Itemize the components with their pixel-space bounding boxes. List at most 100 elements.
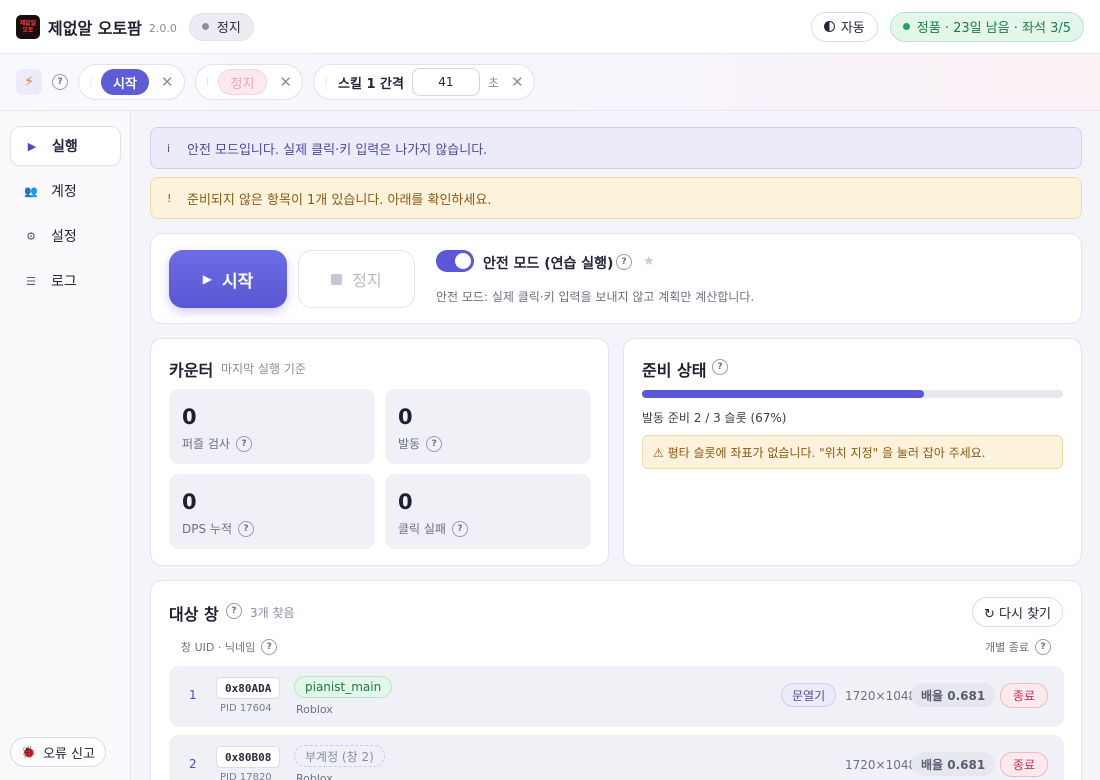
stat-dps-total: 0 DPS 누적? xyxy=(169,474,375,549)
close-window-button[interactable]: 종료 xyxy=(1000,752,1049,777)
sidebar-item-accounts[interactable]: 👥 계정 xyxy=(10,171,121,211)
readiness-progress-fill xyxy=(642,390,925,398)
stat-puzzle-check: 0 퍼즐 검사? xyxy=(169,389,375,464)
row-index: 2 xyxy=(189,757,197,771)
counter-subtitle: 마지막 실행 기준 xyxy=(221,362,306,376)
help-icon[interactable]: ? xyxy=(238,520,254,537)
drag-handle-icon[interactable]: ⋮ xyxy=(322,78,330,86)
readiness-warning: ⚠ 평타 슬롯에 좌표가 없습니다. "위치 지정" 을 눌러 잡아 주세요. xyxy=(642,435,1063,469)
readiness-card: 준비 상태 ? 발동 준비 2 / 3 슬롯 (67%) ⚠ 평타 슬롯에 좌표… xyxy=(623,338,1082,566)
info-icon: i xyxy=(167,141,171,155)
app-version: 2.0.0 xyxy=(148,21,177,35)
help-icon[interactable]: ? xyxy=(712,359,728,375)
column-header-close-label: 개별 종료 xyxy=(985,641,1029,654)
help-icon[interactable]: ? xyxy=(235,435,252,452)
target-windows-card: 대상 창 ? 3개 찾음 ↻ 다시 찾기 창 UID · 닉네임 ? 개별 종료… xyxy=(150,580,1082,780)
stop-button-label: 정지 xyxy=(352,271,382,290)
play-icon: ▶ xyxy=(202,272,212,286)
safe-mode-banner: i 안전 모드입니다. 실제 클릭·키 입력은 나가지 않습니다. xyxy=(150,127,1082,169)
readiness-text: 발동 준비 2 / 3 슬롯 (67%) xyxy=(642,411,787,425)
star-icon[interactable]: ★ xyxy=(643,254,655,269)
run-status-text: 정지 xyxy=(216,21,241,36)
close-icon[interactable]: ✕ xyxy=(279,73,292,91)
stat-trigger: 0 발동? xyxy=(385,389,591,464)
window-pid: PID 17820 xyxy=(220,772,272,780)
run-status-badge: 정지 xyxy=(188,12,254,41)
scale-badge: 배율 0.681 xyxy=(911,752,996,776)
bug-report-label: 오류 신고 xyxy=(42,746,95,762)
skill-interval-chip[interactable]: ⋮ 스킬 1 간격 초 ✕ xyxy=(313,64,535,100)
role-tag[interactable]: 문열기 xyxy=(781,683,837,707)
sidebar-item-label: 설정 xyxy=(51,229,77,245)
bolt-icon[interactable]: ⚡ xyxy=(16,69,42,95)
app-title: 제없알 오토팜 xyxy=(48,18,142,38)
status-dot-icon xyxy=(201,23,209,30)
stop-button[interactable]: 정지 xyxy=(298,250,415,308)
close-window-button[interactable]: 종료 xyxy=(1000,683,1049,708)
stat-label-text: 클릭 실패 xyxy=(398,522,446,536)
help-icon[interactable]: ? xyxy=(52,74,68,90)
close-icon[interactable]: ✕ xyxy=(511,73,524,91)
sidebar-item-label: 실행 xyxy=(52,139,78,155)
stat-label-text: DPS 누적 xyxy=(182,522,232,536)
window-pid: PID 17604 xyxy=(220,703,272,714)
column-header-uid-label: 창 UID · 닉네임 xyxy=(181,641,256,654)
help-icon[interactable]: ? xyxy=(616,254,632,270)
close-icon[interactable]: ✕ xyxy=(161,73,174,91)
drag-handle-icon[interactable]: ⋮ xyxy=(87,78,95,86)
play-icon: ▶ xyxy=(27,139,37,153)
run-control-card: ▶ 시작 정지 안전 모드 (연습 실행) ? ★ 안전 모드: 실제 클릭·키… xyxy=(150,233,1082,324)
theme-toggle-button[interactable]: 자동 xyxy=(810,11,878,42)
safe-mode-toggle[interactable] xyxy=(436,250,474,272)
stat-label: 클릭 실패? xyxy=(398,520,468,537)
refresh-windows-button[interactable]: ↻ 다시 찾기 xyxy=(972,597,1063,627)
sidebar-item-label: 로그 xyxy=(51,274,77,290)
nickname-tag[interactable]: 부계정 (창 2) xyxy=(294,745,385,767)
stat-value: 0 xyxy=(398,490,413,514)
sidebar-item-log[interactable]: ☰ 로그 xyxy=(10,261,121,301)
start-hotkey-chip[interactable]: ⋮ 시작 ✕ xyxy=(78,64,185,100)
skill-interval-label: 스킬 1 간격 xyxy=(338,76,404,92)
start-button[interactable]: ▶ 시작 xyxy=(169,250,287,308)
help-icon[interactable]: ? xyxy=(451,520,468,537)
window-row[interactable]: 1 0x80ADA PID 17604 pianist_main Roblox … xyxy=(169,666,1064,727)
logo-text-1: 제없알 xyxy=(19,19,37,27)
stat-value: 0 xyxy=(182,490,197,514)
bug-report-button[interactable]: 🐞 오류 신고 xyxy=(10,737,106,767)
column-header-close: 개별 종료 ? xyxy=(985,639,1051,655)
stop-hotkey-chip[interactable]: ⋮ 정지 ✕ xyxy=(194,64,303,100)
drag-handle-icon[interactable]: ⋮ xyxy=(204,78,212,86)
sidebar-item-label: 계정 xyxy=(51,184,77,200)
readiness-progress-bar xyxy=(642,390,1063,398)
license-dot-icon xyxy=(902,23,910,30)
users-icon: 👥 xyxy=(24,184,38,198)
theme-label: 자동 xyxy=(840,21,865,36)
gear-icon: ⚙ xyxy=(26,229,36,243)
stat-value: 0 xyxy=(182,405,197,429)
stat-label: 발동? xyxy=(398,435,443,452)
skill-interval-unit: 초 xyxy=(487,75,499,90)
sidebar-item-run[interactable]: ▶ 실행 xyxy=(10,126,121,166)
stop-icon xyxy=(331,273,343,285)
logo-text-2: 오토 xyxy=(22,26,34,34)
readiness-warning-text: ⚠ 평타 슬롯에 좌표가 없습니다. "위치 지정" 을 눌러 잡아 주세요. xyxy=(653,445,986,460)
safe-mode-title: 안전 모드 (연습 실행) xyxy=(483,256,614,272)
stat-label: DPS 누적? xyxy=(182,520,254,537)
sidebar-item-settings[interactable]: ⚙ 설정 xyxy=(10,216,121,256)
counter-title: 카운터 xyxy=(169,361,214,380)
help-icon[interactable]: ? xyxy=(426,435,443,452)
stat-click-fail: 0 클릭 실패? xyxy=(385,474,591,549)
window-size: 1720×1048 xyxy=(845,689,917,703)
nickname-tag[interactable]: pianist_main xyxy=(294,676,393,698)
help-icon[interactable]: ? xyxy=(1035,639,1051,655)
skill-interval-input[interactable] xyxy=(411,68,480,96)
window-row[interactable]: 2 0x80B08 PID 17820 부계정 (창 2) Roblox 172… xyxy=(169,735,1064,780)
help-icon[interactable]: ? xyxy=(226,603,242,619)
start-button-label: 시작 xyxy=(221,271,254,292)
app-header: 제없알 오토 제없알 오토팜 2.0.0 정지 자동 정품 · 23일 남음 ·… xyxy=(0,0,1100,54)
license-text: 정품 · 23일 남음 · 좌석 3/5 xyxy=(916,21,1071,36)
help-icon[interactable]: ? xyxy=(261,639,278,655)
not-ready-banner-text: 준비되지 않은 항목이 1개 있습니다. 아래를 확인하세요. xyxy=(187,192,492,208)
safe-mode-description: 안전 모드: 실제 클릭·키 입력을 보내지 않고 계획만 계산합니다. xyxy=(436,290,755,304)
target-windows-count: 3개 찾음 xyxy=(250,606,295,620)
